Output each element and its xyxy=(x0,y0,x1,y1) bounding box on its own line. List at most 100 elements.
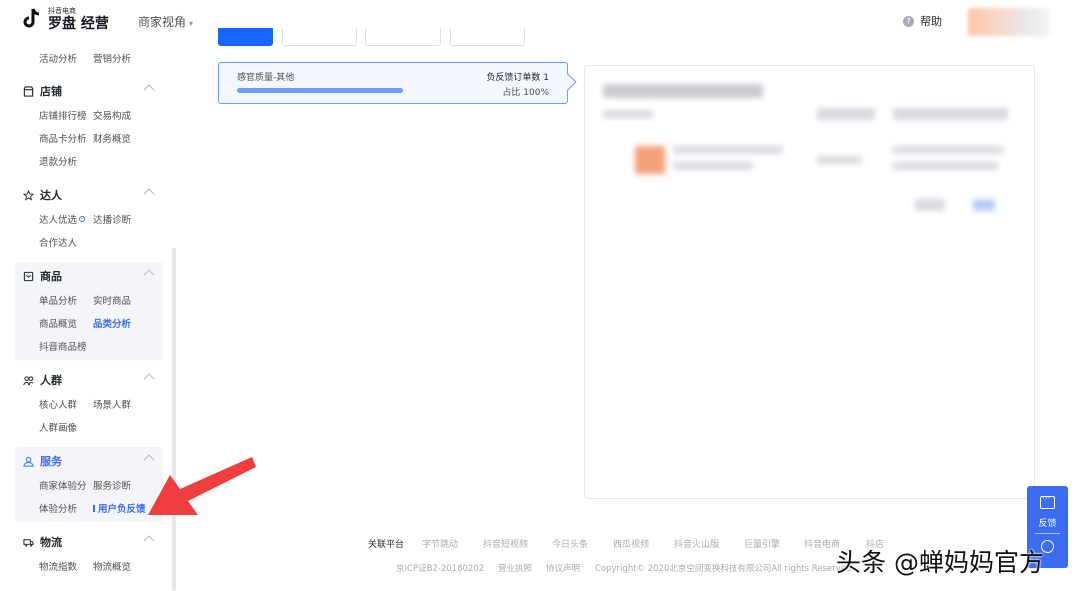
section-title: 服务 xyxy=(40,455,62,468)
feedback-category-card[interactable]: 感官质量-其他 负反馈订单数 1 占比 100% xyxy=(218,62,568,104)
card-order-count: 负反馈订单数 1 xyxy=(486,73,549,83)
merchant-view-dropdown[interactable]: 商家视角 ▾ xyxy=(138,13,193,30)
star-icon xyxy=(23,189,34,201)
caret-down-icon: ▾ xyxy=(189,19,194,28)
business-license-link[interactable]: 营业执照 xyxy=(498,562,532,574)
sidebar-item[interactable]: 交易构成 xyxy=(93,108,147,122)
section-title: 人群 xyxy=(40,374,62,387)
footer-link[interactable]: 抖音短视频 xyxy=(483,537,528,550)
section-title: 店铺 xyxy=(40,85,62,98)
sidebar-item[interactable]: 实时商品 xyxy=(93,293,147,307)
sidebar-item[interactable]: 服务诊断 xyxy=(93,478,147,492)
chevron-up-icon[interactable] xyxy=(143,269,155,281)
blurred-text xyxy=(893,108,1008,120)
feedback-label: 反馈 xyxy=(1038,519,1057,529)
sidebar-section-header[interactable]: 人群 xyxy=(15,368,163,392)
app-logo[interactable]: 抖音电商 罗盘 经营 xyxy=(22,7,109,31)
filter-button[interactable] xyxy=(365,28,441,46)
sidebar-item[interactable]: 合作达人 xyxy=(39,235,93,249)
blurred-text xyxy=(673,162,753,170)
sidebar-section-influencer: 达人 达人优选 达播诊断 合作达人 xyxy=(15,183,163,253)
filter-button[interactable] xyxy=(282,28,357,46)
card-progress-bar xyxy=(237,88,403,93)
footer-link[interactable]: 抖音电商 xyxy=(804,537,840,550)
sidebar-section-product: 商品 单品分析 实时商品 商品概览 品类分析 抖音商品榜 xyxy=(15,262,163,360)
truck-icon xyxy=(23,538,34,547)
card-ratio: 占比 100% xyxy=(502,88,549,98)
sidebar-section-logistics: 物流 物流指数 物流概览 xyxy=(15,530,163,577)
card-category-label: 感官质量-其他 xyxy=(237,73,295,83)
footer-link[interactable]: 今日头条 xyxy=(552,537,588,550)
sidebar-item[interactable]: 核心人群 xyxy=(39,397,93,411)
sidebar-item[interactable]: 达人优选 xyxy=(39,212,93,226)
sidebar-section-audience: 人群 核心人群 场景人群 人群画像 xyxy=(15,368,163,438)
sidebar-item[interactable]: 场景人群 xyxy=(93,397,147,411)
section-title: 商品 xyxy=(40,270,62,283)
chevron-up-icon[interactable] xyxy=(143,84,155,96)
sidebar-item-category-analysis[interactable]: 品类分析 xyxy=(93,316,147,330)
blurred-text xyxy=(817,156,862,164)
sidebar-item-marketing-analysis[interactable]: 营销分析 xyxy=(93,51,147,65)
active-indicator xyxy=(93,504,95,512)
blurred-text xyxy=(893,162,998,170)
blurred-pagination-active xyxy=(973,199,995,211)
blurred-text xyxy=(603,110,653,118)
sidebar-item[interactable]: 物流指数 xyxy=(39,559,93,573)
sidebar-section-shop: 店铺 店铺排行榜 交易构成 商品卡分析 财务概览 退款分析 xyxy=(15,79,163,172)
divider xyxy=(1035,533,1060,534)
sidebar-item[interactable]: 财务概览 xyxy=(93,131,147,145)
sidebar-section-header[interactable]: 达人 xyxy=(15,183,163,207)
sidebar-item[interactable]: 退款分析 xyxy=(39,154,93,168)
detail-panel-blurred xyxy=(584,65,1035,499)
blurred-product-image xyxy=(635,146,665,174)
douyin-logo-icon xyxy=(23,8,40,28)
blurred-text xyxy=(817,108,875,120)
sidebar-section-header[interactable]: 商品 xyxy=(15,264,163,288)
blurred-text xyxy=(673,146,783,154)
blurred-title xyxy=(603,84,763,98)
agreement-link[interactable]: 协议声明 xyxy=(546,562,580,574)
chevron-up-icon[interactable] xyxy=(143,373,155,385)
filter-button[interactable] xyxy=(450,28,525,46)
chevron-up-icon[interactable] xyxy=(143,535,155,547)
sidebar-item[interactable]: 商品概览 xyxy=(39,316,93,330)
bag-icon xyxy=(23,271,34,281)
footer-link: 关联平台 xyxy=(368,540,405,550)
sidebar-item[interactable]: 抖音商品榜 xyxy=(39,339,93,353)
help-button[interactable]: ? 帮助 xyxy=(903,13,942,29)
sidebar-item[interactable]: 体验分析 xyxy=(39,501,93,515)
sidebar-item[interactable]: 店铺排行榜 xyxy=(39,108,93,122)
chevron-up-icon[interactable] xyxy=(143,188,155,200)
top-bar: 抖音电商 罗盘 经营 商家视角 ▾ ? 帮助 xyxy=(0,0,1080,42)
blurred-text xyxy=(893,146,1003,154)
user-avatar[interactable] xyxy=(968,8,1050,36)
footer-link[interactable]: 抖音火山版 xyxy=(674,537,719,550)
sidebar-item[interactable]: 商家体验分 xyxy=(39,478,93,492)
merchant-view-label: 商家视角 xyxy=(138,15,187,29)
section-title: 达人 xyxy=(40,189,62,202)
section-title: 物流 xyxy=(40,536,62,549)
sidebar-item[interactable]: 单品分析 xyxy=(39,293,93,307)
people-icon xyxy=(23,375,34,385)
shop-icon xyxy=(23,85,34,97)
footer-link[interactable]: 巨量引擎 xyxy=(744,537,780,550)
blurred-pagination xyxy=(915,199,945,211)
radio-dot-icon xyxy=(79,216,86,222)
sidebar-item[interactable]: 物流概览 xyxy=(93,559,147,573)
footer-link[interactable]: 西瓜视频 xyxy=(613,537,649,550)
help-label: 帮助 xyxy=(920,15,942,28)
primary-button[interactable] xyxy=(218,28,273,46)
icp-license[interactable]: 京ICP证B2-20180202 xyxy=(396,562,484,574)
sidebar-item[interactable]: 商品卡分析 xyxy=(39,131,93,145)
logo-big-text: 罗盘 经营 xyxy=(48,15,109,32)
sidebar-item[interactable]: 达播诊断 xyxy=(93,212,147,226)
help-icon: ? xyxy=(903,15,914,27)
copyright-text: Copyright© 2020北京空间变换科技有限公司All rights Re… xyxy=(595,564,852,574)
sidebar-scrollbar[interactable] xyxy=(172,248,176,591)
sidebar-item[interactable]: 人群画像 xyxy=(39,420,93,434)
sidebar-section-header[interactable]: 店铺 xyxy=(15,79,163,103)
sidebar-item-user-negative-feedback[interactable]: 用户负反馈 xyxy=(93,501,147,515)
sidebar-item-activity-analysis[interactable]: 活动分析 xyxy=(39,51,93,65)
logo-small-text: 抖音电商 xyxy=(48,6,76,15)
footer-link[interactable]: 字节跳动 xyxy=(422,537,458,550)
